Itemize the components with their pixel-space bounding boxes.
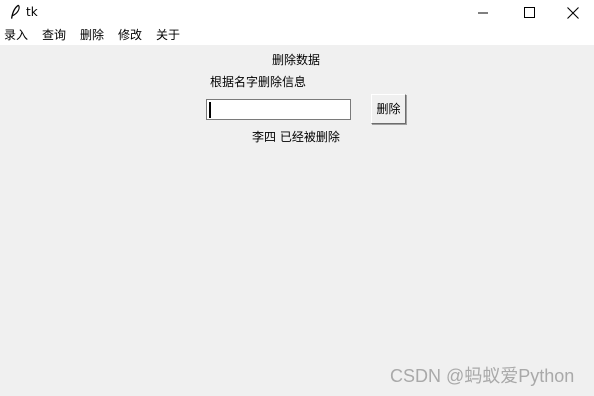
watermark: CSDN @蚂蚁爱Python: [390, 366, 575, 386]
result-message: 李四 已经被删除: [252, 130, 340, 144]
menu-item-entry[interactable]: 录入: [4, 27, 28, 43]
page-heading: 删除数据: [272, 53, 321, 67]
maximize-button[interactable]: [506, 0, 552, 25]
menu-item-modify[interactable]: 修改: [118, 27, 142, 43]
instruction-label: 根据名字删除信息: [210, 75, 307, 89]
menu-bar: 录入 查询 删除 修改 关于: [0, 25, 594, 45]
menu-item-query[interactable]: 查询: [42, 27, 66, 43]
content-area: [0, 45, 594, 396]
menu-item-about[interactable]: 关于: [156, 27, 180, 43]
name-input[interactable]: [206, 99, 351, 120]
title-bar: tk: [0, 0, 594, 25]
close-button[interactable]: [552, 0, 594, 25]
text-cursor: [209, 102, 211, 118]
maximize-icon: [523, 7, 535, 18]
minimize-button[interactable]: [460, 0, 506, 25]
minimize-icon: [478, 12, 488, 13]
close-icon: [567, 6, 579, 19]
window-title: tk: [26, 5, 38, 19]
menu-item-delete[interactable]: 删除: [80, 27, 104, 43]
feather-icon: [10, 4, 20, 19]
delete-button[interactable]: 删除: [371, 94, 406, 124]
